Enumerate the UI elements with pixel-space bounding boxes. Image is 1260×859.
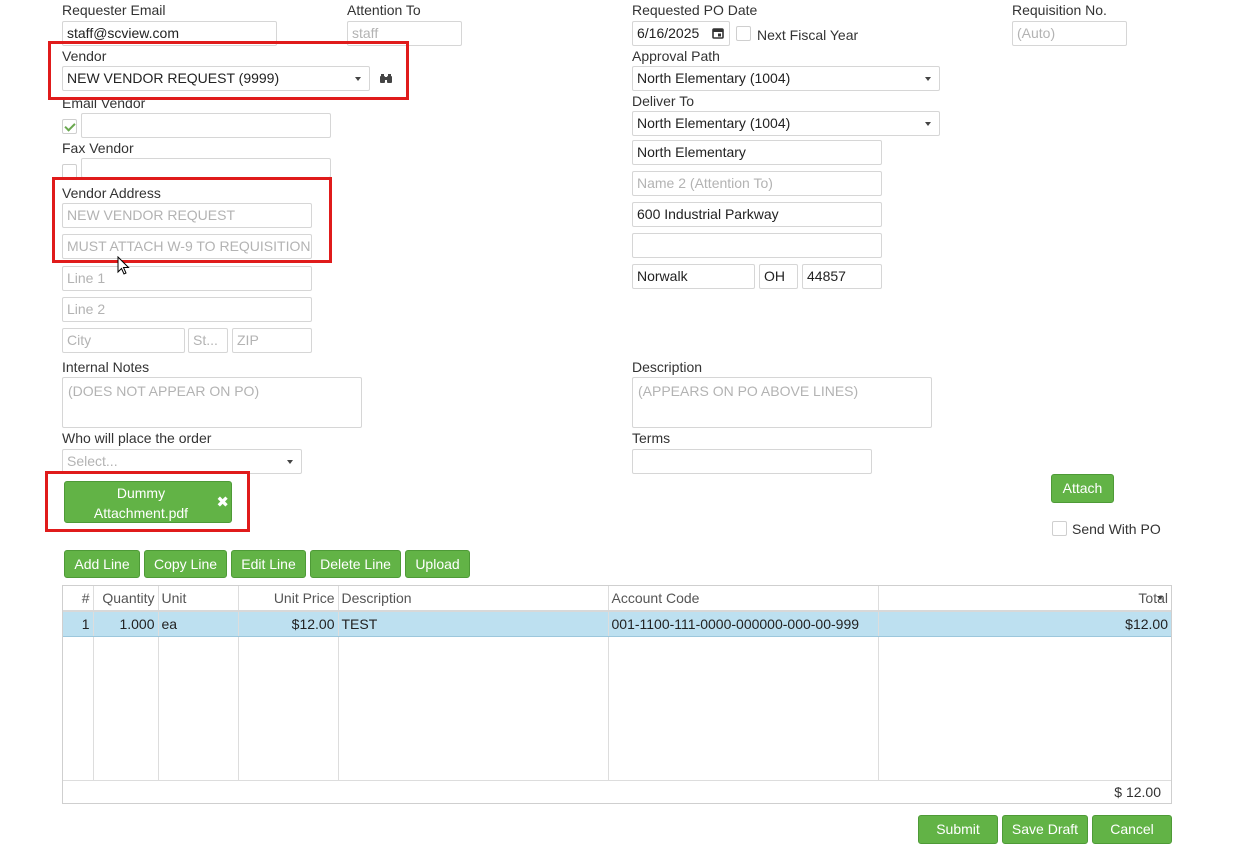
highlight-box-vendor (48, 41, 409, 100)
po-date-label: Requested PO Date (632, 2, 758, 18)
deliver-address2-input[interactable] (632, 233, 882, 258)
internal-notes-textarea[interactable]: (DOES NOT APPEAR ON PO) (62, 377, 362, 428)
delete-line-button[interactable]: Delete Line (310, 550, 401, 578)
send-with-po-checkbox[interactable] (1052, 521, 1067, 536)
fax-vendor-input[interactable] (81, 158, 331, 178)
requisition-no-input[interactable]: (Auto) (1012, 21, 1127, 46)
submit-button[interactable]: Submit (918, 815, 998, 844)
edit-line-button[interactable]: Edit Line (231, 550, 306, 578)
upload-button[interactable]: Upload (405, 550, 470, 578)
col-header-quantity[interactable]: Quantity (93, 586, 159, 612)
vendor-address-line1[interactable]: Line 1 (62, 266, 312, 291)
deliver-name-input[interactable]: North Elementary (632, 140, 882, 165)
calendar-icon[interactable] (712, 26, 724, 39)
email-vendor-checkbox[interactable] (62, 119, 77, 134)
lines-table: # Quantity Unit Unit Price Description A… (63, 586, 1171, 781)
who-places-order-label: Who will place the order (62, 430, 212, 446)
col-header-unit-price[interactable]: Unit Price (238, 586, 339, 612)
deliver-city-input[interactable]: Norwalk (632, 264, 755, 289)
email-vendor-input[interactable] (81, 113, 331, 138)
highlight-box-vendor-address (52, 177, 332, 263)
vendor-address-line2[interactable]: Line 2 (62, 297, 312, 322)
deliver-to-select[interactable]: North Elementary (1004) (632, 111, 940, 136)
requester-email-label: Requester Email (62, 2, 166, 18)
mouse-cursor-icon (117, 255, 131, 276)
col-header-unit[interactable]: Unit (158, 586, 239, 612)
table-footer-divider (63, 780, 1171, 781)
send-with-po-label: Send With PO (1072, 521, 1161, 537)
col-header-account-code[interactable]: Account Code (608, 586, 879, 612)
table-row[interactable]: 1 1.000 ea $12.00 TEST 001-1100-111-0000… (63, 611, 1171, 637)
approval-path-label: Approval Path (632, 48, 720, 64)
fax-vendor-label: Fax Vendor (62, 140, 134, 156)
row-description: TEST (338, 611, 609, 637)
table-header-row: # Quantity Unit Unit Price Description A… (63, 586, 1171, 612)
attach-button[interactable]: Attach (1051, 474, 1114, 503)
internal-notes-label: Internal Notes (62, 359, 150, 375)
row-account-code: 001-1100-111-0000-000000-000-00-999 (608, 611, 879, 637)
grand-total: $ 12.00 (1114, 784, 1161, 800)
description-textarea[interactable]: (APPEARS ON PO ABOVE LINES) (632, 377, 932, 428)
row-num: 1 (63, 611, 94, 637)
col-header-total[interactable]: Total (878, 586, 1171, 612)
vendor-state-input[interactable]: St... (188, 328, 228, 353)
deliver-zip-input[interactable]: 44857 (802, 264, 882, 289)
row-unit-price: $12.00 (238, 611, 339, 637)
attention-to-label: Attention To (347, 2, 421, 18)
description-label: Description (632, 359, 703, 375)
terms-label: Terms (632, 430, 671, 446)
row-quantity: 1.000 (93, 611, 159, 637)
cancel-button[interactable]: Cancel (1092, 815, 1172, 844)
copy-line-button[interactable]: Copy Line (144, 550, 227, 578)
add-line-button[interactable]: Add Line (64, 550, 140, 578)
vendor-zip-input[interactable]: ZIP (232, 328, 312, 353)
table-empty-space (63, 636, 1171, 781)
lines-table-container: # Quantity Unit Unit Price Description A… (62, 585, 1172, 804)
requisition-no-label: Requisition No. (1012, 2, 1107, 18)
col-header-num[interactable]: # (63, 586, 94, 612)
deliver-state-input[interactable]: OH (759, 264, 798, 289)
row-unit: ea (158, 611, 239, 637)
approval-path-select[interactable]: North Elementary (1004) (632, 66, 940, 91)
deliver-name2-input[interactable]: Name 2 (Attention To) (632, 171, 882, 196)
next-fiscal-year-label: Next Fiscal Year (757, 27, 859, 43)
vendor-city-input[interactable]: City (62, 328, 185, 353)
terms-input[interactable] (632, 449, 872, 474)
deliver-address1-input[interactable]: 600 Industrial Parkway (632, 202, 882, 227)
deliver-to-label: Deliver To (632, 93, 694, 109)
save-draft-button[interactable]: Save Draft (1002, 815, 1088, 844)
highlight-box-attachment (45, 471, 250, 532)
row-total: $12.00 (878, 611, 1171, 637)
col-header-description[interactable]: Description (338, 586, 609, 612)
next-fiscal-year-checkbox[interactable] (736, 26, 751, 41)
